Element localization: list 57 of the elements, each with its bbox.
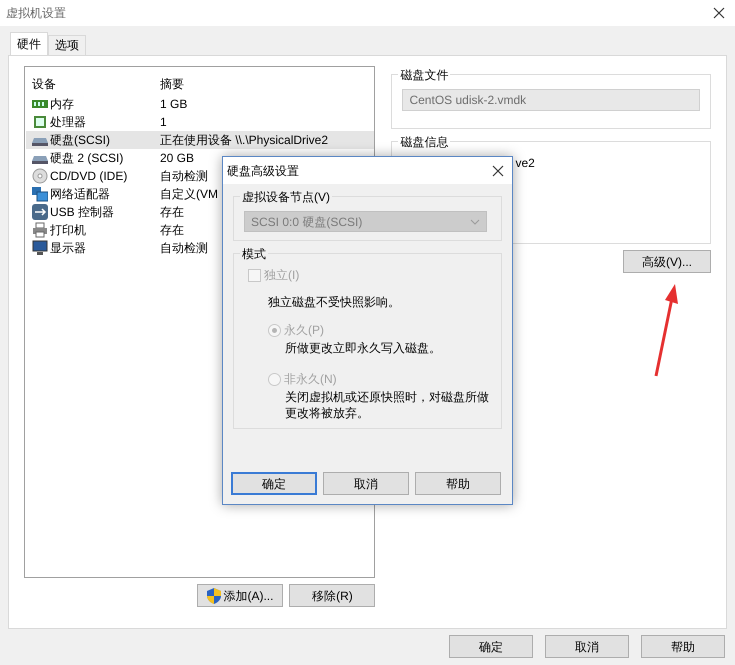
option-note: 关闭虚拟机或还原快照时，对磁盘所做更改将被放弃。 (285, 389, 490, 421)
disk-info-text: ve2 (515, 155, 536, 172)
device-summary: 自动检测 (159, 168, 208, 185)
group-label: 虚拟设备节点(V) (240, 188, 332, 206)
device-name: 打印机 (50, 222, 86, 239)
close-icon[interactable] (713, 7, 725, 19)
remove-button[interactable]: 移除(R) (289, 584, 376, 607)
device-summary: 存在 (159, 222, 184, 239)
checkbox-label: 独立(I) (264, 267, 300, 284)
advanced-button[interactable]: 高级(V)... (623, 250, 711, 273)
disc-icon (32, 168, 48, 184)
monitor-icon (32, 240, 48, 256)
usb-icon (32, 204, 48, 220)
device-summary: 自定义(VM (159, 186, 218, 203)
device-name: USB 控制器 (50, 204, 114, 221)
dialog-button[interactable]: 取消 (545, 635, 629, 658)
device-row[interactable]: 处理器 1 (26, 113, 374, 131)
dialog-button[interactable]: 帮助 (415, 472, 501, 495)
tab[interactable]: 硬件 (10, 32, 48, 55)
dialog-button[interactable]: 确定 (231, 472, 317, 495)
chevron-down-icon (470, 218, 480, 224)
group-label: 磁盘文件 (398, 66, 450, 84)
close-icon[interactable] (492, 164, 504, 176)
processor-icon (32, 114, 48, 130)
device-summary: 正在使用设备 \\.\PhysicalDrive2 (159, 132, 328, 149)
window-title: 虚拟机设置 (6, 5, 66, 22)
radio-label: 非永久(N) (284, 371, 337, 388)
dialog-button[interactable]: 确定 (449, 635, 533, 658)
device-name: 内存 (50, 96, 74, 113)
device-name: 显示器 (50, 240, 86, 257)
device-name: 处理器 (50, 114, 86, 131)
option-note: 所做更改立即永久写入磁盘。 (285, 340, 442, 356)
add-button[interactable]: 添加(A)... (197, 584, 284, 607)
device-row[interactable]: 硬盘(SCSI) 正在使用设备 \\.\PhysicalDrive2 (26, 131, 374, 149)
device-name: 硬盘(SCSI) (50, 132, 110, 149)
column-header: 设备 (31, 76, 57, 93)
radio-label: 永久(P) (284, 322, 324, 339)
device-summary: 20 GB (159, 150, 194, 167)
printer-icon (32, 222, 48, 238)
device-summary: 存在 (159, 204, 184, 221)
dialog-button[interactable]: 帮助 (641, 635, 725, 658)
device-name: 硬盘 2 (SCSI) (50, 150, 124, 167)
mode-note: 独立磁盘不受快照影响。 (268, 294, 401, 311)
device-summary: 1 GB (159, 96, 188, 113)
device-name: 网络适配器 (50, 186, 110, 203)
device-summary: 1 (159, 114, 167, 131)
tab[interactable]: 选项 (48, 35, 86, 55)
device-name: CD/DVD (IDE) (50, 168, 128, 185)
network-icon (32, 186, 48, 202)
dropdown-value: SCSI 0:0 硬盘(SCSI) (251, 214, 362, 230)
device-summary: 自动检测 (159, 240, 208, 257)
device-row[interactable]: 内存 1 GB (26, 95, 374, 113)
dialog-button[interactable]: 取消 (323, 472, 409, 495)
disk-file-field[interactable]: CentOS udisk-2.vmdk (402, 89, 700, 111)
dialog-title: 硬盘高级设置 (227, 162, 299, 180)
group-label: 磁盘信息 (398, 133, 450, 151)
column-header: 摘要 (159, 76, 184, 93)
